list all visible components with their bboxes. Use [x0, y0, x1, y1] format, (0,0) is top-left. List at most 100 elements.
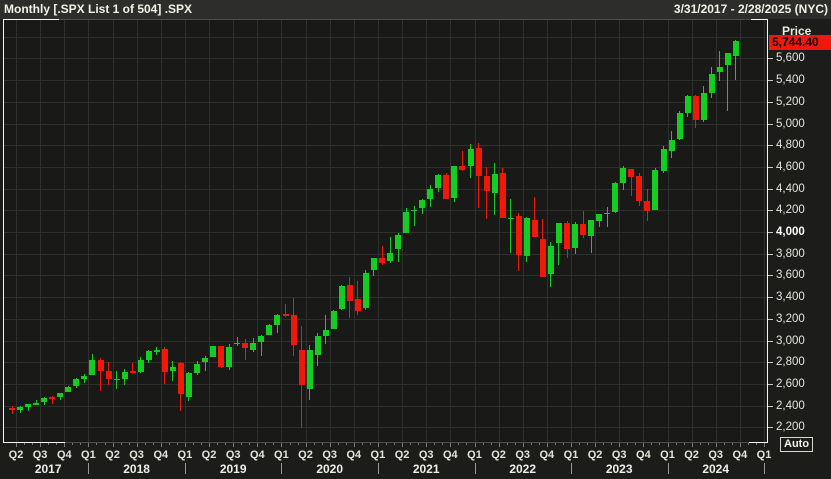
vertical-gridline	[233, 19, 235, 443]
quarter-tick-mark	[522, 443, 524, 447]
quarter-tick-mark	[619, 443, 621, 447]
month-tick-mark	[651, 443, 653, 445]
candlestick-up	[507, 217, 514, 220]
horizontal-gridline	[3, 318, 768, 320]
quarter-tick-mark	[233, 443, 235, 447]
candlestick-up	[596, 213, 603, 221]
month-tick-mark	[530, 443, 532, 445]
quarter-tick-mark	[88, 443, 90, 447]
vertical-gridline	[426, 19, 428, 443]
month-tick-mark	[434, 443, 436, 445]
quarter-label: Q1	[467, 449, 482, 461]
candlestick-down	[9, 407, 15, 410]
candlestick-up	[660, 148, 667, 172]
month-tick-mark	[192, 443, 194, 445]
candlestick-up	[668, 140, 675, 152]
month-tick-mark	[24, 443, 25, 445]
quarter-label: Q4	[442, 449, 458, 461]
candlestick-down	[459, 165, 466, 171]
candlestick-down	[379, 257, 385, 263]
month-tick-mark	[152, 443, 154, 445]
month-tick-mark	[217, 443, 219, 445]
quarter-label: Q4	[732, 449, 748, 461]
price-tick-mark	[768, 166, 773, 168]
horizontal-gridline	[3, 340, 768, 342]
vertical-gridline	[353, 19, 355, 443]
candlestick-up	[411, 209, 418, 212]
candlestick-up	[451, 166, 458, 198]
candlestick-down	[531, 219, 538, 237]
price-tick-label: 4,600	[776, 160, 805, 173]
quarter-label: Q4	[539, 449, 555, 461]
candle-wick-up	[606, 206, 608, 227]
candlestick-up	[274, 315, 281, 325]
quarter-label: Q2	[684, 449, 699, 461]
vertical-gridline	[160, 19, 162, 443]
month-tick-mark	[627, 443, 629, 445]
candlestick-up	[435, 175, 442, 188]
vertical-gridline	[136, 19, 138, 443]
price-axis[interactable]: 5,600 5,400 5,200 5,000 4,800 4,600 4,400 4,200…	[768, 19, 831, 443]
quarter-label: Q3	[515, 449, 531, 461]
plot-area[interactable]	[3, 19, 768, 443]
price-tick-label: 3,000	[776, 334, 805, 347]
candlestick-up	[403, 212, 410, 233]
candlestick-up	[306, 350, 313, 389]
candlestick-up	[419, 199, 426, 209]
month-tick-mark	[587, 443, 589, 445]
candlestick-up	[314, 335, 321, 355]
vertical-gridline	[764, 19, 765, 443]
chart-window: Monthly [.SPX List 1 of 504] .SPX 3/31/2…	[0, 0, 831, 479]
price-tick-mark	[768, 362, 773, 364]
month-tick-mark	[506, 443, 508, 445]
price-tick-label: 2,600	[776, 377, 805, 390]
horizontal-gridline	[3, 232, 768, 233]
horizontal-gridline	[3, 427, 768, 429]
month-tick-mark	[707, 443, 709, 445]
quarter-tick-mark	[426, 443, 428, 447]
quarter-tick-mark	[764, 443, 765, 447]
quarter-tick-mark	[305, 443, 307, 447]
month-tick-mark	[168, 443, 170, 445]
month-tick-mark	[176, 443, 178, 445]
auto-scale-button[interactable]: Auto	[780, 437, 814, 452]
candlestick-up	[523, 217, 530, 256]
price-tick-label: 4,200	[776, 204, 805, 217]
candlestick-up	[210, 346, 217, 357]
month-tick-mark	[538, 443, 540, 445]
month-tick-mark	[265, 443, 267, 445]
month-tick-mark	[96, 443, 98, 445]
vertical-gridline	[450, 19, 452, 443]
quarter-label: Q3	[129, 449, 144, 461]
vertical-gridline	[64, 19, 66, 443]
candlestick-down	[483, 175, 490, 192]
month-tick-mark	[418, 443, 420, 445]
month-tick-mark	[297, 443, 299, 445]
candlestick-up	[700, 93, 707, 121]
price-tick-mark	[768, 253, 773, 255]
candlestick-down	[692, 95, 699, 120]
month-tick-mark	[386, 443, 387, 445]
month-tick-mark	[723, 443, 725, 445]
candlestick-down	[282, 313, 289, 316]
month-tick-mark	[466, 443, 468, 445]
month-tick-mark	[225, 443, 227, 445]
quarter-tick-mark	[474, 443, 476, 447]
year-separator-tick	[377, 463, 379, 474]
candlestick-down	[515, 215, 522, 256]
quarter-tick-mark	[691, 443, 693, 447]
price-tick-label: 4,000	[776, 226, 805, 238]
quarter-label: Q3	[225, 449, 241, 461]
vertical-gridline	[209, 19, 210, 443]
candlestick-down	[644, 201, 651, 211]
candlestick-up	[322, 329, 329, 337]
price-tick-mark	[768, 101, 773, 103]
year-separator-tick	[88, 463, 90, 474]
vertical-gridline	[546, 19, 548, 443]
candlestick-up	[81, 375, 88, 379]
candlestick-up	[362, 273, 369, 309]
quarter-tick-mark	[643, 443, 645, 447]
candlestick-up	[73, 378, 80, 386]
quarter-tick-mark	[209, 443, 210, 447]
time-axis[interactable]: Q2 Q3 Q4 Q1 Q2 Q3 Q4 Q1 Q2 Q3 Q4 Q1 Q2 Q3 Q4 Q1 Q2 Q3 Q4 Q1…	[3, 443, 771, 479]
